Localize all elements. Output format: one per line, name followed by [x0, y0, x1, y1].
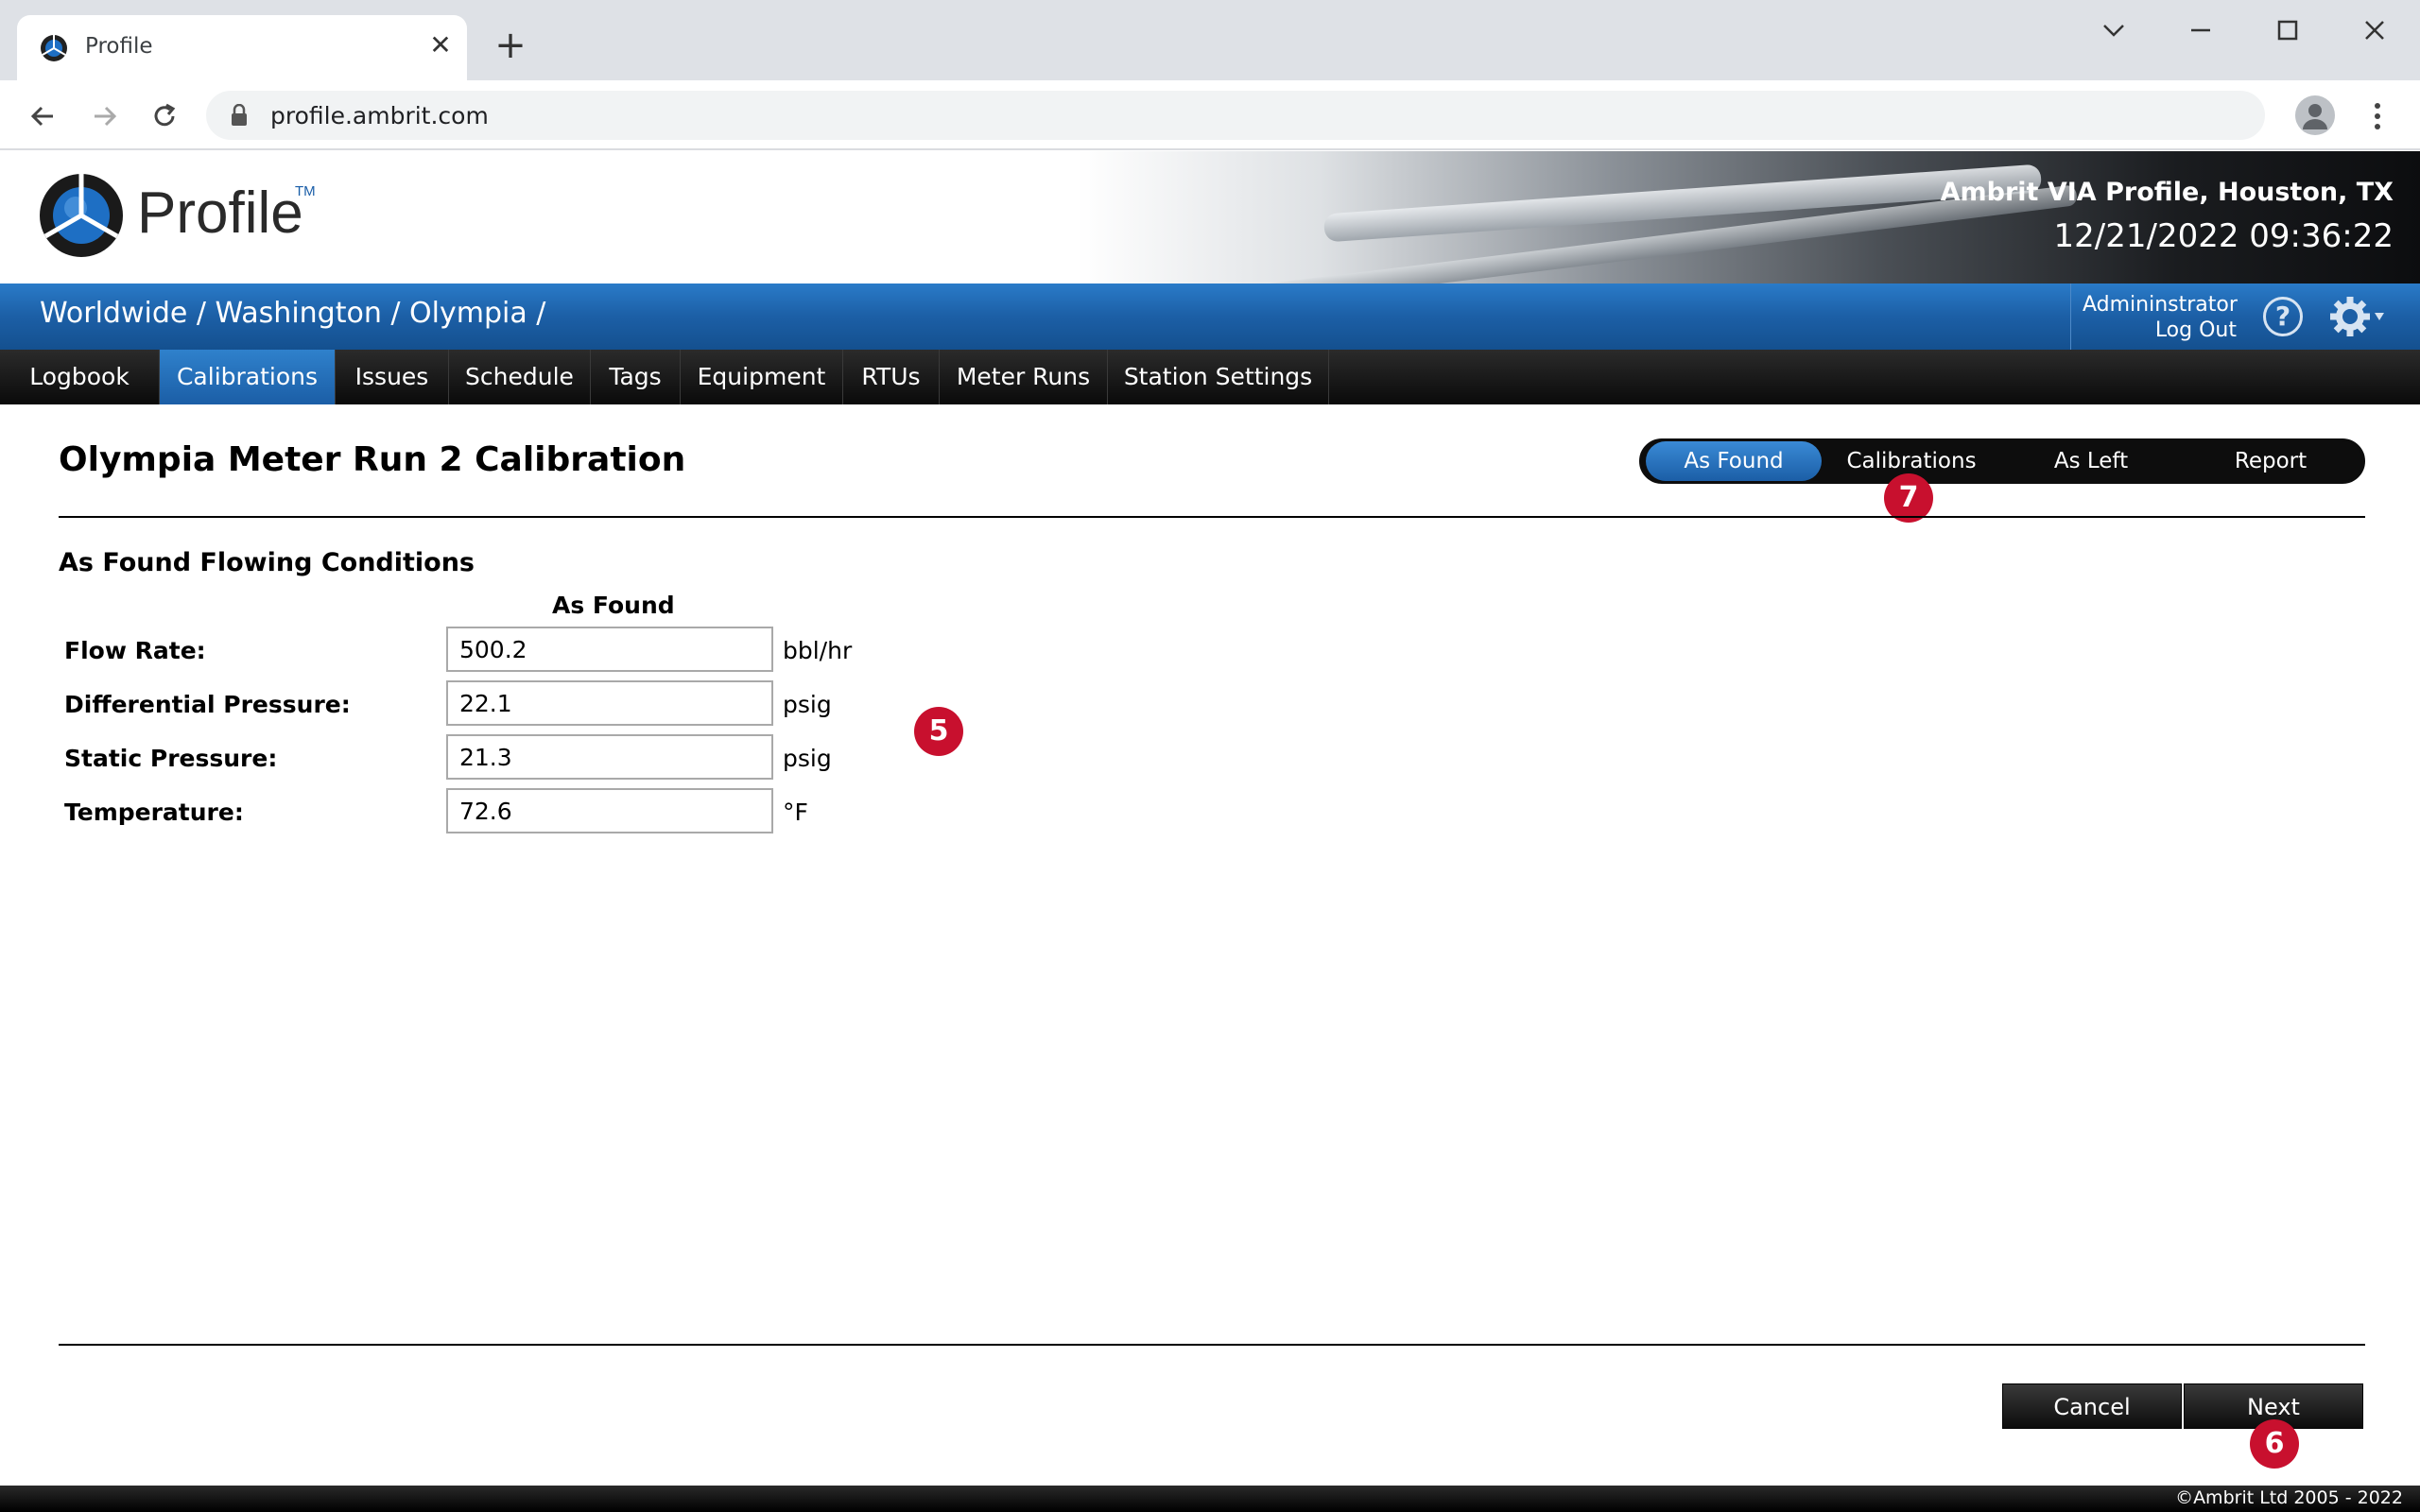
nav-schedule[interactable]: Schedule: [449, 350, 591, 404]
breadcrumb-separator: /: [536, 297, 546, 330]
calibration-steps: As Found Calibrations As Left Report: [1639, 438, 2365, 484]
footer-divider: [59, 1344, 2365, 1346]
help-icon[interactable]: ?: [2263, 297, 2303, 336]
browser-tab[interactable]: Profile ✕: [17, 15, 467, 80]
browser-toolbar: profile.ambrit.com: [0, 80, 2420, 150]
breadcrumb-washington[interactable]: Washington: [216, 297, 382, 330]
cancel-button[interactable]: Cancel: [2002, 1383, 2182, 1429]
current-datetime: 12/21/2022 09:36:22: [2053, 217, 2394, 255]
page-footer: ©Ambrit Ltd 2005 - 2022: [0, 1486, 2420, 1512]
temperature-input[interactable]: [446, 788, 773, 833]
user-box: Admininstrator Log Out: [2070, 284, 2244, 350]
breadcrumb-separator: /: [390, 297, 401, 330]
nav-station-settings[interactable]: Station Settings: [1108, 350, 1329, 404]
user-name: Admininstrator: [2083, 293, 2238, 317]
step-as-found[interactable]: As Found: [1646, 441, 1822, 481]
page-title: Olympia Meter Run 2 Calibration: [59, 440, 686, 479]
settings-gear-icon[interactable]: [2327, 295, 2394, 338]
differential-pressure-label: Differential Pressure:: [64, 691, 351, 718]
nav-issues[interactable]: Issues: [336, 350, 449, 404]
breadcrumb-separator: /: [196, 297, 206, 330]
nav-logbook[interactable]: Logbook: [0, 350, 160, 404]
profile-logo-icon[interactable]: [38, 172, 125, 259]
site-name: Ambrit VIA Profile, Houston, TX: [1940, 178, 2394, 207]
forward-arrow-icon[interactable]: [85, 97, 123, 135]
browser-tab-bar: Profile ✕ +: [0, 0, 2420, 80]
temperature-label: Temperature:: [64, 799, 244, 826]
browser-tab-title: Profile: [85, 34, 153, 59]
url-text[interactable]: profile.ambrit.com: [270, 102, 489, 129]
browser-profile-icon[interactable]: [2295, 95, 2335, 135]
logout-link[interactable]: Log Out: [2155, 318, 2237, 342]
header-divider: [59, 516, 2365, 518]
minimize-icon[interactable]: [2182, 11, 2220, 49]
differential-pressure-input[interactable]: [446, 680, 773, 726]
copyright: ©Ambrit Ltd 2005 - 2022: [2175, 1487, 2403, 1508]
annotation-marker-6: 6: [2250, 1419, 2299, 1469]
temperature-unit: °F: [783, 799, 808, 826]
annotation-marker-5: 5: [914, 707, 963, 756]
new-tab-icon[interactable]: +: [492, 26, 529, 64]
browser-menu-icon[interactable]: [2363, 97, 2392, 135]
app-header: Profile TM Ambrit VIA Profile, Houston, …: [0, 151, 2420, 284]
breadcrumb-olympia[interactable]: Olympia: [409, 297, 527, 330]
step-report[interactable]: Report: [2183, 441, 2359, 481]
lock-icon[interactable]: [231, 104, 248, 127]
logo-trademark: TM: [295, 183, 316, 199]
breadcrumb-bar: Worldwide / Washington / Olympia / Admin…: [0, 284, 2420, 350]
flow-rate-input[interactable]: [446, 627, 773, 672]
static-pressure-input[interactable]: [446, 734, 773, 780]
logo-text: Profile: [137, 180, 303, 246]
nav-rtus[interactable]: RTUs: [843, 350, 940, 404]
flow-rate-label: Flow Rate:: [64, 637, 206, 664]
reload-icon[interactable]: [146, 97, 183, 135]
main-nav: Logbook Calibrations Issues Schedule Tag…: [0, 350, 2420, 404]
tab-close-icon[interactable]: ✕: [424, 28, 458, 62]
static-pressure-unit: psig: [783, 745, 832, 772]
breadcrumb-worldwide[interactable]: Worldwide: [40, 297, 187, 330]
static-pressure-label: Static Pressure:: [64, 745, 278, 772]
differential-pressure-unit: psig: [783, 691, 832, 718]
nav-equipment[interactable]: Equipment: [681, 350, 843, 404]
breadcrumb: Worldwide / Washington / Olympia /: [40, 297, 545, 330]
nav-meter-runs[interactable]: Meter Runs: [940, 350, 1108, 404]
nav-tags[interactable]: Tags: [591, 350, 681, 404]
tab-search-chevron-icon[interactable]: [2095, 11, 2133, 49]
address-bar[interactable]: profile.ambrit.com: [206, 91, 2265, 140]
column-header-as-found: As Found: [552, 592, 675, 619]
profile-favicon-icon: [41, 35, 67, 61]
back-arrow-icon[interactable]: [25, 97, 62, 135]
flow-rate-unit: bbl/hr: [783, 637, 853, 664]
maximize-icon[interactable]: [2269, 11, 2307, 49]
close-window-icon[interactable]: [2356, 11, 2394, 49]
section-title: As Found Flowing Conditions: [59, 548, 475, 577]
nav-calibrations[interactable]: Calibrations: [160, 350, 336, 404]
step-as-left[interactable]: As Left: [2003, 441, 2179, 481]
